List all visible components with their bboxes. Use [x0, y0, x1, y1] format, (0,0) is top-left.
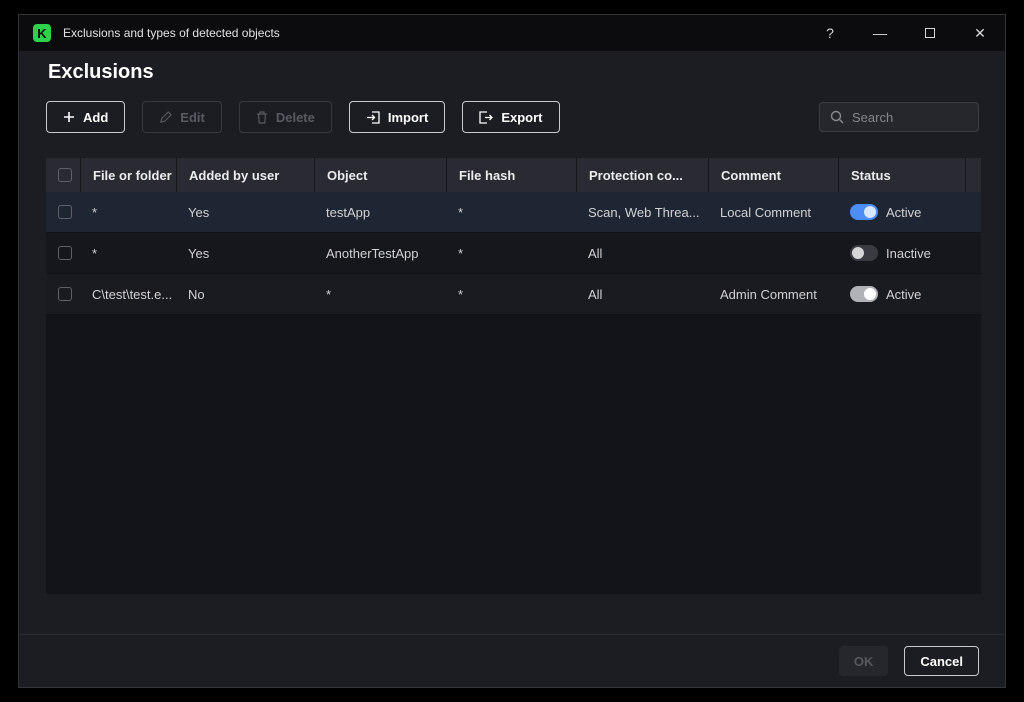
cell-file: C\test\test.e...	[80, 287, 176, 302]
col-file-or-folder[interactable]: File or folder	[80, 158, 176, 192]
cell-object: testApp	[314, 205, 446, 220]
import-label: Import	[388, 110, 428, 125]
table-row[interactable]: C\test\test.e... No * * All Admin Commen…	[46, 274, 981, 315]
toolbar: Add Edit Delete Import Export	[46, 101, 560, 133]
import-button[interactable]: Import	[349, 101, 445, 133]
kaspersky-logo-icon: K	[33, 24, 51, 42]
exclusions-table: File or folder Added by user Object File…	[46, 158, 981, 594]
status-label: Active	[886, 205, 921, 220]
cancel-button[interactable]: Cancel	[904, 646, 979, 676]
cell-comment: Local Comment	[708, 205, 838, 220]
pencil-icon	[159, 111, 172, 124]
cell-comment: Admin Comment	[708, 287, 838, 302]
delete-button[interactable]: Delete	[239, 101, 332, 133]
close-button[interactable]: ✕	[969, 22, 991, 44]
cell-hash: *	[446, 205, 576, 220]
table-row[interactable]: * Yes testApp * Scan, Web Threa... Local…	[46, 192, 981, 233]
status-toggle[interactable]	[850, 286, 878, 302]
window-title: Exclusions and types of detected objects	[63, 26, 280, 40]
cell-file: *	[80, 246, 176, 261]
col-added-by-user[interactable]: Added by user	[176, 158, 314, 192]
cell-protection: All	[576, 246, 708, 261]
table-empty-area	[46, 315, 981, 594]
cell-hash: *	[446, 246, 576, 261]
table-row[interactable]: * Yes AnotherTestApp * All Inactive	[46, 233, 981, 274]
col-status[interactable]: Status	[838, 158, 965, 192]
ok-button[interactable]: OK	[839, 646, 889, 676]
cell-hash: *	[446, 287, 576, 302]
trash-icon	[256, 111, 268, 124]
page-title: Exclusions	[48, 61, 154, 84]
search-input[interactable]	[852, 110, 968, 125]
export-label: Export	[501, 110, 542, 125]
status-toggle[interactable]	[850, 245, 878, 261]
col-object[interactable]: Object	[314, 158, 446, 192]
edit-label: Edit	[180, 110, 205, 125]
search-icon	[830, 110, 844, 124]
col-extra	[965, 158, 981, 192]
add-button[interactable]: Add	[46, 101, 125, 133]
status-toggle[interactable]	[850, 204, 878, 220]
cell-object: *	[314, 287, 446, 302]
col-protection[interactable]: Protection co...	[576, 158, 708, 192]
minimize-button[interactable]: —	[869, 22, 891, 44]
plus-icon	[63, 111, 75, 123]
edit-button[interactable]: Edit	[142, 101, 222, 133]
select-all-checkbox[interactable]	[58, 168, 72, 182]
dialog-footer: OK Cancel	[19, 634, 1005, 687]
maximize-button[interactable]	[919, 22, 941, 44]
status-label: Inactive	[886, 246, 931, 261]
add-label: Add	[83, 110, 108, 125]
cell-added: Yes	[176, 246, 314, 261]
status-label: Active	[886, 287, 921, 302]
export-icon	[479, 111, 493, 124]
cell-added: No	[176, 287, 314, 302]
col-file-hash[interactable]: File hash	[446, 158, 576, 192]
import-icon	[366, 111, 380, 124]
cell-protection: Scan, Web Threa...	[576, 205, 708, 220]
cell-object: AnotherTestApp	[314, 246, 446, 261]
export-button[interactable]: Export	[462, 101, 559, 133]
maximize-icon	[925, 28, 935, 38]
row-checkbox[interactable]	[58, 287, 72, 301]
help-button[interactable]: ?	[819, 22, 841, 44]
cell-protection: All	[576, 287, 708, 302]
search-box	[819, 102, 979, 132]
row-checkbox[interactable]	[58, 246, 72, 260]
delete-label: Delete	[276, 110, 315, 125]
row-checkbox[interactable]	[58, 205, 72, 219]
title-bar: K Exclusions and types of detected objec…	[19, 15, 1005, 51]
cell-added: Yes	[176, 205, 314, 220]
col-comment[interactable]: Comment	[708, 158, 838, 192]
dialog-window: K Exclusions and types of detected objec…	[18, 14, 1006, 688]
cell-file: *	[80, 205, 176, 220]
table-header: File or folder Added by user Object File…	[46, 158, 981, 192]
